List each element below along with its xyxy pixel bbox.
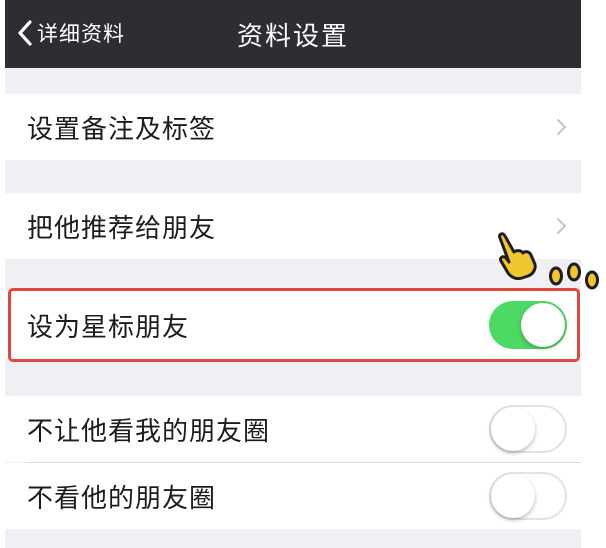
pointing-hand-icon [498, 232, 599, 290]
hide-their-moments-toggle[interactable] [489, 472, 567, 520]
chevron-right-icon [557, 119, 566, 135]
page-title: 资料设置 [236, 22, 349, 52]
toggle-knob [491, 407, 535, 451]
highlight-box [8, 288, 580, 362]
settings-row-remark-tags[interactable]: 设置备注及标签 [5, 94, 581, 160]
toggle-knob [491, 474, 535, 518]
row-label: 不让他看我的朋友圈 [27, 416, 271, 447]
hide-my-moments-toggle[interactable] [489, 405, 567, 453]
row-label: 设置备注及标签 [27, 114, 217, 145]
row-label: 不看他的朋友圈 [27, 483, 217, 514]
navigation-bar: 详细资料 资料设置 [5, 0, 581, 68]
settings-row-hide-my-moments: 不让他看我的朋友圈 [5, 396, 581, 462]
row-label: 把他推荐给朋友 [27, 213, 217, 244]
settings-row-hide-their-moments: 不看他的朋友圈 [5, 463, 581, 529]
